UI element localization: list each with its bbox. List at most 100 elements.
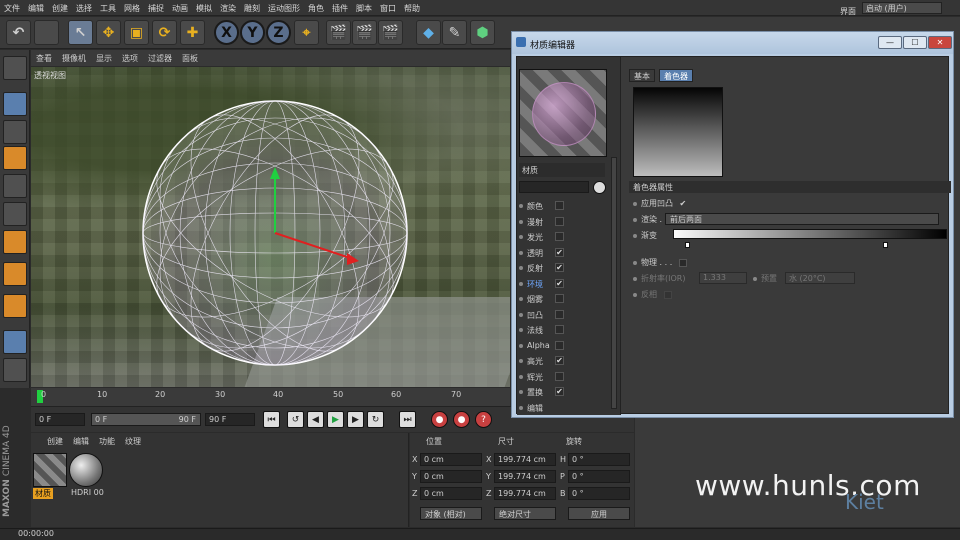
workplane-lock-icon[interactable]: [3, 358, 27, 382]
play-icon[interactable]: ▶: [327, 411, 344, 428]
next-frame-icon[interactable]: ▶: [347, 411, 364, 428]
channel-row[interactable]: 法线: [519, 323, 609, 338]
channel-row[interactable]: 颜色: [519, 199, 609, 214]
tab-shader[interactable]: 着色器: [659, 69, 693, 82]
channel-checkbox[interactable]: ✔: [555, 356, 564, 365]
close-button[interactable]: ✕: [928, 36, 952, 49]
frame-range-slider[interactable]: 0 F 90 F: [91, 413, 201, 426]
channel-checkbox[interactable]: [555, 325, 564, 334]
vp-menu-filter[interactable]: 过滤器: [143, 50, 177, 67]
menu-simulate[interactable]: 模拟: [192, 0, 216, 14]
channel-scrollbar[interactable]: [611, 157, 617, 409]
physical-checkbox[interactable]: [678, 258, 687, 267]
channel-checkbox[interactable]: [555, 232, 564, 241]
vp-menu-camera[interactable]: 摄像机: [57, 50, 91, 67]
timeline-ruler[interactable]: 0 10 20 30 40 50 60 70: [31, 388, 510, 406]
preset-select[interactable]: 水 (20°C): [785, 272, 855, 284]
vp-menu-view[interactable]: 查看: [31, 50, 57, 67]
render-settings-icon[interactable]: 🎬: [378, 20, 403, 45]
select-cursor-icon[interactable]: ↖: [68, 20, 93, 45]
menu-tools[interactable]: 工具: [96, 0, 120, 14]
channel-row[interactable]: 置换 ✔: [519, 385, 609, 400]
texture-mode-icon[interactable]: [3, 120, 27, 144]
menu-window[interactable]: 窗口: [376, 0, 400, 14]
rot-h-input[interactable]: 0 °: [568, 453, 630, 466]
menu-render[interactable]: 渲染: [216, 0, 240, 14]
auto-key-icon[interactable]: ●: [453, 411, 470, 428]
channel-row[interactable]: 高光 ✔: [519, 354, 609, 369]
navigation-icon[interactable]: [593, 181, 606, 194]
channel-row[interactable]: 凹凸: [519, 308, 609, 323]
menu-mesh[interactable]: 网格: [120, 0, 144, 14]
vp-menu-options[interactable]: 选项: [117, 50, 143, 67]
pos-y-input[interactable]: 0 cm: [420, 470, 482, 483]
coordinate-system-icon[interactable]: ⌖: [294, 20, 319, 45]
menu-create[interactable]: 创建: [48, 0, 72, 14]
invert-checkbox[interactable]: [663, 290, 672, 299]
gradient-knot-start[interactable]: [685, 242, 690, 248]
channel-checkbox[interactable]: [555, 309, 564, 319]
wireframe-sphere[interactable]: [141, 99, 409, 367]
end-frame-field[interactable]: 90 F: [205, 413, 255, 426]
rot-p-input[interactable]: 0 °: [568, 470, 630, 483]
mat-menu-create[interactable]: 创建: [31, 433, 68, 450]
add-icon[interactable]: ✚: [180, 20, 205, 45]
channel-row[interactable]: 发光: [519, 230, 609, 245]
next-key-icon[interactable]: ↻: [367, 411, 384, 428]
redo-icon[interactable]: [34, 20, 59, 45]
menu-script[interactable]: 脚本: [352, 0, 376, 14]
layout-select[interactable]: 启动 (用户): [862, 2, 942, 14]
goto-start-icon[interactable]: ⏮: [263, 411, 280, 428]
mat-menu-function[interactable]: 功能: [94, 433, 120, 450]
nurbs-icon[interactable]: ⬢: [470, 20, 495, 45]
record-icon[interactable]: ●: [431, 411, 448, 428]
mat-menu-texture[interactable]: 纹理: [120, 433, 146, 450]
menu-sculpt[interactable]: 雕刻: [240, 0, 264, 14]
make-editable-icon[interactable]: [3, 56, 27, 80]
channel-row[interactable]: Alpha: [519, 339, 609, 354]
channel-checkbox[interactable]: [555, 340, 564, 350]
spline-pen-icon[interactable]: ✎: [442, 20, 467, 45]
channel-checkbox[interactable]: [555, 371, 564, 381]
pos-x-input[interactable]: 0 cm: [420, 453, 482, 466]
mat-menu-edit[interactable]: 编辑: [68, 433, 94, 450]
cube-icon[interactable]: ◆: [416, 20, 441, 45]
gradient-knot-end[interactable]: [883, 242, 888, 248]
channel-row[interactable]: 辉光: [519, 370, 609, 385]
menu-plugins[interactable]: 插件: [328, 0, 352, 14]
material-editor-titlebar[interactable]: 材质编辑器 — ☐ ✕: [512, 32, 953, 54]
blend-select[interactable]: 前后两面: [665, 213, 939, 225]
move-icon[interactable]: ✥: [96, 20, 121, 45]
material-label[interactable]: 材质: [33, 488, 53, 499]
rotate-icon[interactable]: ⟳: [152, 20, 177, 45]
hdri-label[interactable]: HDRI 00: [69, 488, 106, 497]
menu-character[interactable]: 角色: [304, 0, 328, 14]
keyframe-help-icon[interactable]: ?: [475, 411, 492, 428]
menu-help[interactable]: 帮助: [400, 0, 424, 14]
menu-select[interactable]: 选择: [72, 0, 96, 14]
prev-key-icon[interactable]: ↺: [287, 411, 304, 428]
size-x-input[interactable]: 199.774 cm: [494, 453, 556, 466]
channel-row[interactable]: 烟雾: [519, 292, 609, 307]
maximize-button[interactable]: ☐: [903, 36, 927, 49]
ior-input[interactable]: 1.333: [699, 272, 747, 284]
minimize-button[interactable]: —: [878, 36, 902, 49]
polygons-mode-icon[interactable]: [3, 230, 27, 254]
channel-checkbox[interactable]: ✔: [555, 278, 564, 288]
channel-row[interactable]: 漫射: [519, 215, 609, 230]
edges-mode-icon[interactable]: [3, 202, 27, 226]
size-y-input[interactable]: 199.774 cm: [494, 470, 556, 483]
material-preview[interactable]: [519, 69, 607, 157]
pos-z-input[interactable]: 0 cm: [420, 487, 482, 500]
workplane-icon[interactable]: [3, 146, 27, 170]
model-mode-icon[interactable]: [3, 92, 27, 116]
channel-checkbox[interactable]: [555, 216, 564, 226]
channel-checkbox[interactable]: ✔: [555, 387, 564, 396]
gradient-bar[interactable]: [673, 229, 947, 239]
use-bump-check-icon[interactable]: ✔: [680, 199, 687, 208]
y-axis-button[interactable]: Y: [240, 20, 265, 45]
undo-icon[interactable]: ↶: [6, 20, 31, 45]
vp-menu-panel[interactable]: 面板: [177, 50, 203, 67]
goto-end-icon[interactable]: ⏭: [399, 411, 416, 428]
size-z-input[interactable]: 199.774 cm: [494, 487, 556, 500]
